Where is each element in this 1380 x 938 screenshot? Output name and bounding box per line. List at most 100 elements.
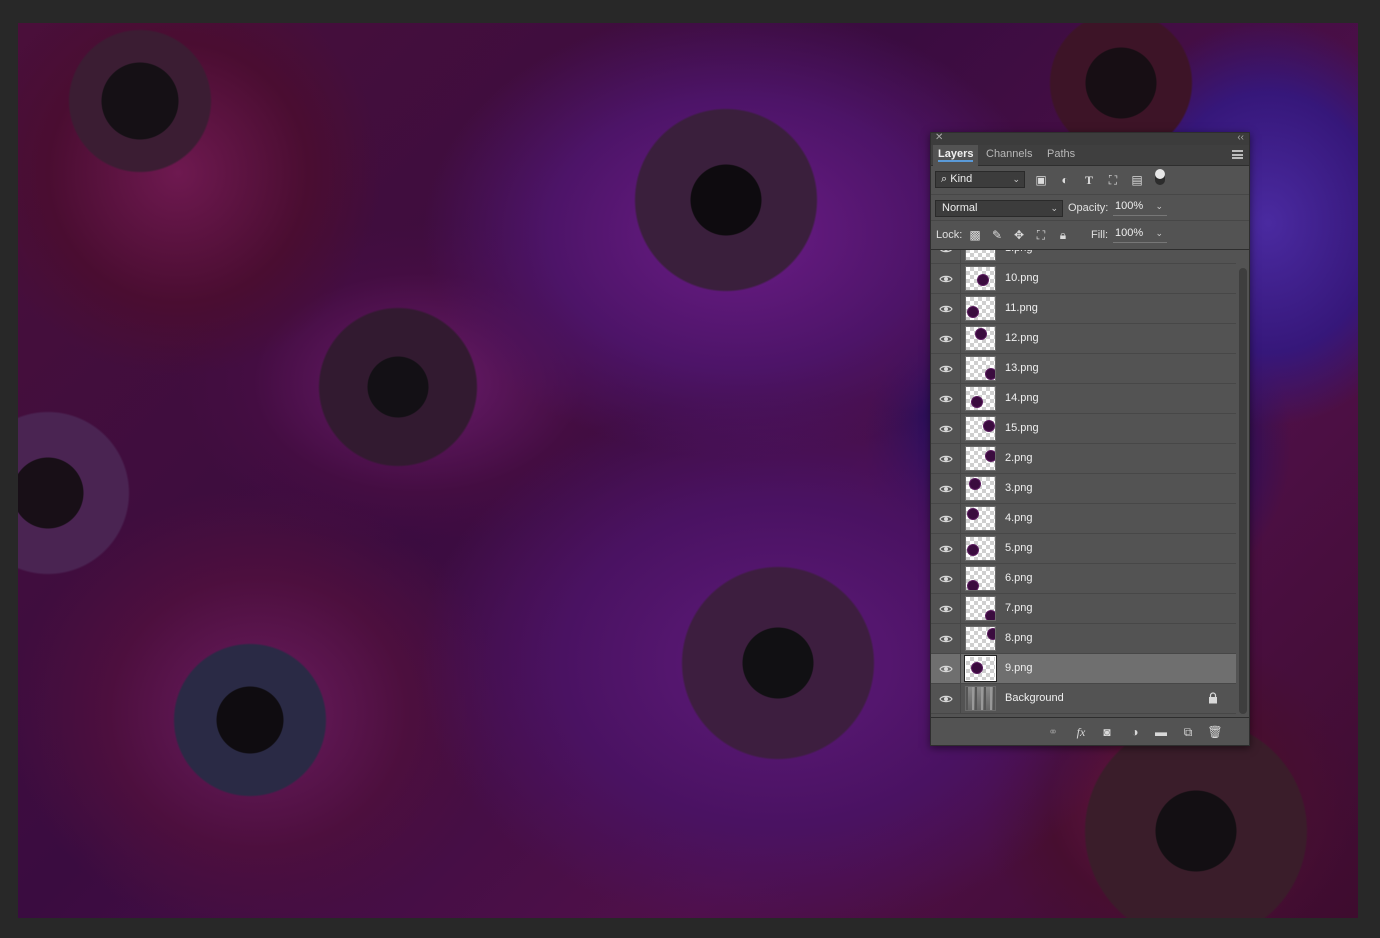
layer-row[interactable]: 8.png [931, 624, 1236, 654]
pixel-layer-filter-icon[interactable]: ▣ [1033, 172, 1049, 188]
scrollbar-thumb[interactable] [1239, 268, 1247, 714]
lock-all-icon[interactable]: 🔒︎ [1056, 228, 1070, 242]
layer-thumbnail [965, 686, 996, 711]
shape-layer-filter-icon[interactable]: ⛶ [1105, 172, 1121, 188]
eye-icon[interactable] [939, 482, 953, 496]
layer-row[interactable]: 3.png [931, 474, 1236, 504]
layer-row[interactable]: 10.png [931, 264, 1236, 294]
lock-transparent-pixels-icon[interactable]: ▩ [968, 228, 982, 242]
visibility-separator [960, 684, 961, 714]
filter-row: ⌕ Kind ⌄ ▣ ◐ T ⛶ ▤ [931, 166, 1249, 195]
visibility-separator [960, 414, 961, 444]
blend-mode-select[interactable]: Normal ⌄ [935, 200, 1063, 217]
layer-row[interactable]: 7.png [931, 594, 1236, 624]
visibility-separator [960, 624, 961, 654]
chevron-down-icon: ⌄ [1050, 203, 1058, 213]
panel-menu-icon[interactable] [1232, 150, 1243, 159]
layer-name: 1.png [1005, 250, 1033, 254]
new-layer-icon[interactable]: ⧉ [1180, 724, 1196, 740]
filter-kind-select[interactable]: ⌕ Kind ⌄ [935, 171, 1025, 188]
tab-channels[interactable]: Channels [981, 145, 1037, 165]
eye-icon[interactable] [939, 662, 953, 676]
visibility-separator [960, 264, 961, 294]
eye-icon[interactable] [939, 632, 953, 646]
eye-icon[interactable] [939, 452, 953, 466]
layer-name: 15.png [1005, 422, 1039, 434]
opacity-value: 100% [1115, 200, 1144, 212]
collapse-icon[interactable]: ‹‹ [1237, 132, 1244, 144]
layer-row[interactable]: 1.png [931, 250, 1236, 264]
adjustment-layer-filter-icon[interactable]: ◐ [1057, 172, 1073, 188]
layer-name: 6.png [1005, 572, 1033, 584]
eye-icon[interactable] [939, 392, 953, 406]
filter-toggle[interactable] [1155, 169, 1165, 185]
chevron-down-icon: ⌄ [1012, 174, 1020, 184]
trash-icon[interactable]: 🗑︎ [1207, 724, 1223, 740]
eye-icon[interactable] [939, 512, 953, 526]
close-icon[interactable]: ✕ [935, 132, 943, 144]
layer-row[interactable]: 9.png [931, 654, 1236, 684]
eye-icon[interactable] [939, 362, 953, 376]
layer-name: 4.png [1005, 512, 1033, 524]
lock-label: Lock: [936, 229, 963, 241]
eye-icon[interactable] [939, 332, 953, 346]
layer-thumbnail [965, 506, 996, 531]
layer-row[interactable]: 6.png [931, 564, 1236, 594]
eye-icon[interactable] [939, 542, 953, 556]
adjustment-layer-icon[interactable]: ◑ [1127, 724, 1143, 740]
layer-row[interactable]: 15.png [931, 414, 1236, 444]
eye-icon[interactable] [939, 422, 953, 436]
layer-style-icon[interactable]: fx [1073, 724, 1089, 740]
tab-paths[interactable]: Paths [1042, 145, 1080, 165]
link-layers-icon[interactable]: ⚭ [1045, 724, 1061, 740]
layer-name: 14.png [1005, 392, 1039, 404]
fill-label: Fill: [1091, 229, 1109, 241]
layer-name: 2.png [1005, 452, 1033, 464]
eye-icon[interactable] [939, 272, 953, 286]
layer-thumbnail [965, 446, 996, 471]
add-mask-icon[interactable]: ◙ [1099, 724, 1115, 740]
layer-row[interactable]: Background [931, 684, 1236, 714]
chevron-down-icon: ⌄ [1155, 228, 1163, 238]
opacity-field[interactable]: 100% ⌄ [1113, 199, 1167, 216]
layer-name: 10.png [1005, 272, 1039, 284]
visibility-separator [960, 444, 961, 474]
type-layer-filter-icon[interactable]: T [1081, 172, 1097, 188]
layer-row[interactable]: 13.png [931, 354, 1236, 384]
layer-row[interactable]: 5.png [931, 534, 1236, 564]
layer-row[interactable]: 4.png [931, 504, 1236, 534]
lock-icon [1208, 692, 1218, 704]
visibility-separator [960, 654, 961, 684]
layer-row[interactable]: 11.png [931, 294, 1236, 324]
lock-artboard-icon[interactable]: ⛶ [1034, 228, 1048, 242]
eye-icon[interactable] [939, 572, 953, 586]
layers-scrollbar[interactable] [1237, 250, 1249, 717]
layer-thumbnail [965, 386, 996, 411]
lock-image-pixels-icon[interactable]: ✎ [990, 228, 1004, 242]
eye-icon[interactable] [939, 692, 953, 706]
eye-icon[interactable] [939, 250, 953, 256]
layer-name: 12.png [1005, 332, 1039, 344]
tab-layers[interactable]: Layers [933, 145, 979, 166]
blend-mode-value: Normal [942, 202, 978, 214]
panel-bottom-bar: ⚭ fx ◙ ◑ ▬ ⧉ 🗑︎ [931, 717, 1249, 746]
panel-titlebar[interactable]: ✕ ‹‹ [931, 132, 1249, 145]
layer-thumbnail [965, 296, 996, 321]
layer-name: 11.png [1005, 302, 1038, 314]
layer-row[interactable]: 14.png [931, 384, 1236, 414]
layer-row[interactable]: 12.png [931, 324, 1236, 354]
layer-name: 7.png [1005, 602, 1033, 614]
chevron-down-icon: ⌄ [1155, 201, 1163, 211]
smart-object-filter-icon[interactable]: ▤ [1129, 172, 1145, 188]
lock-row: Lock: ▩ ✎ ✥ ⛶ 🔒︎ Fill: 100% ⌄ [931, 221, 1249, 250]
eye-icon[interactable] [939, 302, 953, 316]
visibility-separator [960, 564, 961, 594]
new-group-icon[interactable]: ▬ [1153, 724, 1169, 740]
fill-field[interactable]: 100% ⌄ [1113, 226, 1167, 243]
lock-position-icon[interactable]: ✥ [1012, 228, 1026, 242]
visibility-separator [960, 474, 961, 504]
layer-thumbnail [964, 655, 997, 682]
eye-icon[interactable] [939, 602, 953, 616]
layer-name: Background [1005, 692, 1064, 704]
layer-row[interactable]: 2.png [931, 444, 1236, 474]
